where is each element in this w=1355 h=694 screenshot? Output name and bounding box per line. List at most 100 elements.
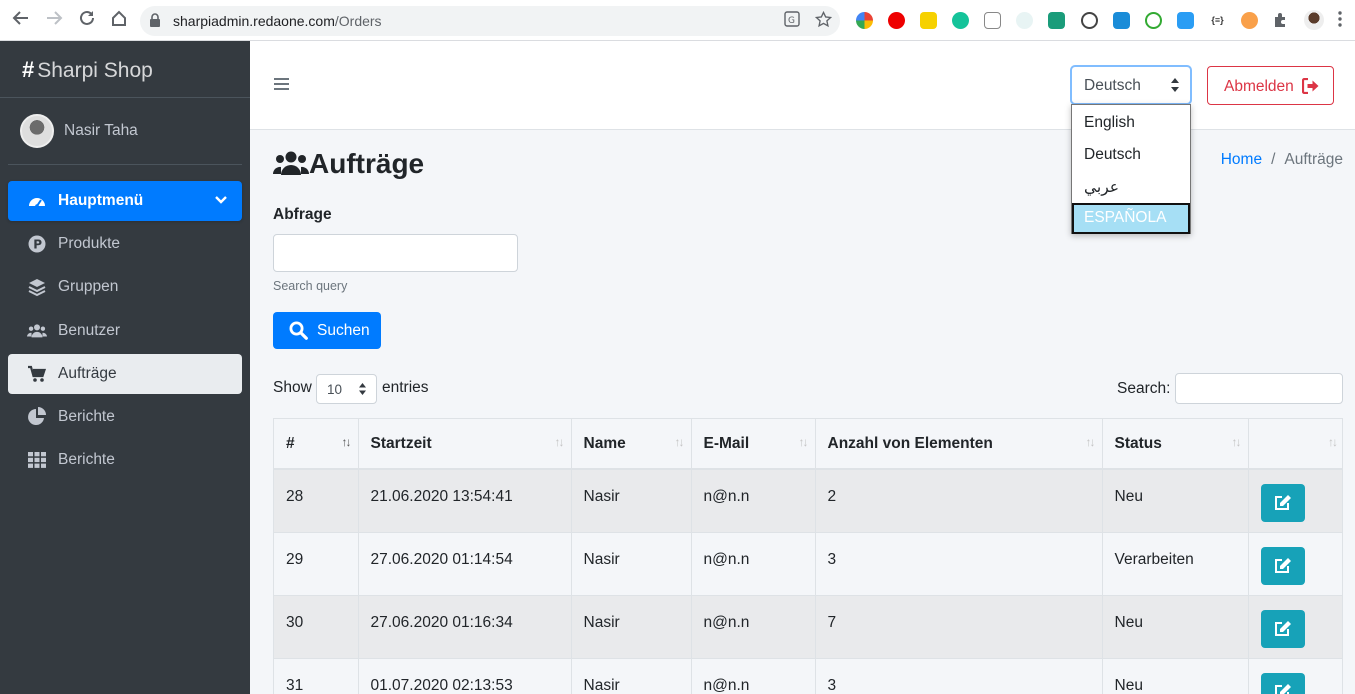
edit-button[interactable] — [1260, 546, 1305, 585]
edit-button[interactable] — [1260, 484, 1305, 522]
sort-asc-icon: ↑↓ — [341, 435, 352, 449]
column-header-startzeit[interactable]: Startzeit ↑↓ — [358, 419, 572, 470]
edit-button[interactable] — [1260, 609, 1305, 648]
extension-sync-icon[interactable] — [1081, 12, 1098, 29]
address-bar[interactable]: sharpiadmin.redaone.com/Orders G — [140, 6, 840, 36]
column-header-email[interactable]: E-Mail ↑↓ — [691, 419, 816, 470]
translate-icon[interactable]: G — [782, 11, 802, 31]
url-text: sharpiadmin.redaone.com/Orders — [173, 13, 382, 29]
cell-count: 2 — [815, 468, 1103, 532]
sidebar-item-label: Hauptmenü — [58, 192, 144, 209]
cell-id: 29 — [274, 531, 359, 595]
extension-colorwheel-icon[interactable] — [856, 12, 873, 29]
column-header-actions[interactable]: ↑↓ — [1248, 419, 1342, 470]
sidebar-item-benutzer[interactable]: Benutzer — [8, 311, 242, 351]
extension-search-icon[interactable] — [1145, 12, 1162, 29]
forward-arrow-icon[interactable] — [41, 8, 67, 34]
extensions-puzzle-icon[interactable] — [1272, 12, 1289, 29]
sidebar-item-berichte-grid[interactable]: Berichte — [8, 440, 242, 480]
users-icon — [273, 151, 309, 175]
brand-text: Sharpi Shop — [37, 59, 153, 82]
cell-name: Nasir — [571, 657, 692, 694]
language-option-arabic[interactable]: عربي — [1072, 172, 1190, 204]
browser-toolbar: sharpiadmin.redaone.com/Orders G {≡} — [0, 0, 1355, 41]
home-icon[interactable] — [106, 8, 132, 34]
sidebar-item-berichte-chart[interactable]: Berichte — [8, 397, 242, 437]
page-length-select[interactable]: 10 — [316, 374, 377, 404]
bookmark-star-icon[interactable] — [813, 10, 833, 31]
breadcrumb-current: Aufträge — [1284, 151, 1343, 168]
cell-email: n@n.n — [691, 657, 816, 694]
browser-menu-icon[interactable] — [1333, 8, 1347, 34]
extension-eye-icon[interactable] — [1016, 12, 1033, 29]
grid-icon — [28, 452, 46, 468]
cell-count: 7 — [815, 594, 1103, 658]
extension-page-icon[interactable] — [984, 12, 1001, 29]
edit-button[interactable] — [1260, 672, 1305, 694]
logout-label: Abmelden — [1224, 78, 1294, 95]
sidebar-item-label: Berichte — [58, 451, 115, 468]
layers-icon — [28, 279, 46, 297]
search-button[interactable]: Suchen — [273, 312, 381, 349]
avatar[interactable] — [20, 114, 54, 148]
cell-startzeit: 27.06.2020 01:16:34 — [358, 594, 572, 658]
sidebar: # Sharpi Shop Nasir Taha Hauptmenü P Prod… — [0, 41, 250, 694]
edit-icon — [1274, 683, 1291, 694]
edit-icon — [1274, 620, 1291, 636]
column-header-name[interactable]: Name ↑↓ — [571, 419, 692, 470]
brand-hash-icon: # — [22, 57, 35, 82]
breadcrumb-home-link[interactable]: Home — [1221, 151, 1262, 168]
reload-icon[interactable] — [74, 8, 100, 34]
cell-id: 28 — [274, 468, 359, 532]
column-header-count[interactable]: Anzahl von Elementen ↑↓ — [815, 419, 1103, 470]
cell-actions — [1248, 468, 1342, 532]
sidebar-item-produkte[interactable]: P Produkte — [8, 224, 242, 264]
language-option-espanola[interactable]: ESPAÑOLA — [1072, 203, 1190, 234]
back-arrow-icon[interactable] — [8, 8, 34, 34]
user-name[interactable]: Nasir Taha — [64, 122, 138, 140]
cell-count: 3 — [815, 657, 1103, 694]
extension-grammarly-icon[interactable] — [952, 12, 969, 29]
breadcrumb: Home / Aufträge — [1221, 151, 1343, 169]
table-row: 30 27.06.2020 01:16:34 Nasir n@n.n 7 Neu — [274, 594, 1342, 658]
page-title: Aufträge — [273, 148, 424, 180]
edit-icon — [1274, 557, 1291, 573]
sidebar-item-hauptmenu[interactable]: Hauptmenü — [8, 181, 242, 221]
language-option-deutsch[interactable]: Deutsch — [1072, 140, 1190, 172]
extension-highlighter-icon[interactable] — [920, 12, 937, 29]
cell-status: Verarbeiten — [1102, 531, 1249, 595]
column-header-status[interactable]: Status ↑↓ — [1102, 419, 1249, 470]
extension-bulb-icon[interactable] — [1241, 12, 1258, 29]
sidebar-item-label: Aufträge — [58, 365, 117, 382]
sidebar-item-auftraege[interactable]: Aufträge — [8, 354, 242, 394]
page-title-text: Aufträge — [309, 148, 425, 179]
extension-mail-icon[interactable] — [1048, 12, 1065, 29]
column-header-id[interactable]: # ↑↓ — [274, 419, 359, 470]
cell-startzeit: 21.06.2020 13:54:41 — [358, 468, 572, 532]
logout-button[interactable]: Abmelden — [1207, 66, 1334, 105]
sort-icon: ↑↓ — [1085, 435, 1096, 449]
extension-adblock-icon[interactable] — [888, 12, 905, 29]
cell-count: 3 — [815, 531, 1103, 595]
cell-email: n@n.n — [691, 594, 816, 658]
language-option-english[interactable]: English — [1072, 108, 1190, 140]
query-input[interactable] — [273, 234, 518, 272]
sort-icon: ↑↓ — [798, 435, 809, 449]
language-select[interactable]: Deutsch — [1071, 66, 1191, 104]
sort-icon: ↑↓ — [674, 435, 685, 449]
extension-checkbox-icon[interactable] — [1113, 12, 1130, 29]
select-arrows-icon — [359, 383, 366, 395]
sidebar-item-gruppen[interactable]: Gruppen — [8, 267, 242, 307]
cart-icon — [28, 365, 47, 382]
table-search-input[interactable] — [1175, 373, 1343, 404]
extension-note-icon[interactable] — [1177, 12, 1194, 29]
cell-startzeit: 27.06.2020 01:14:54 — [358, 531, 572, 595]
extension-json-icon[interactable]: {≡} — [1209, 12, 1226, 29]
cell-name: Nasir — [571, 594, 692, 658]
sort-icon: ↑↓ — [1231, 435, 1242, 449]
brand-link[interactable]: # Sharpi Shop — [0, 41, 250, 98]
hamburger-menu-icon[interactable] — [274, 78, 289, 92]
profile-avatar-icon[interactable] — [1304, 10, 1324, 30]
cell-actions — [1248, 594, 1342, 658]
cell-status: Neu — [1102, 594, 1249, 658]
